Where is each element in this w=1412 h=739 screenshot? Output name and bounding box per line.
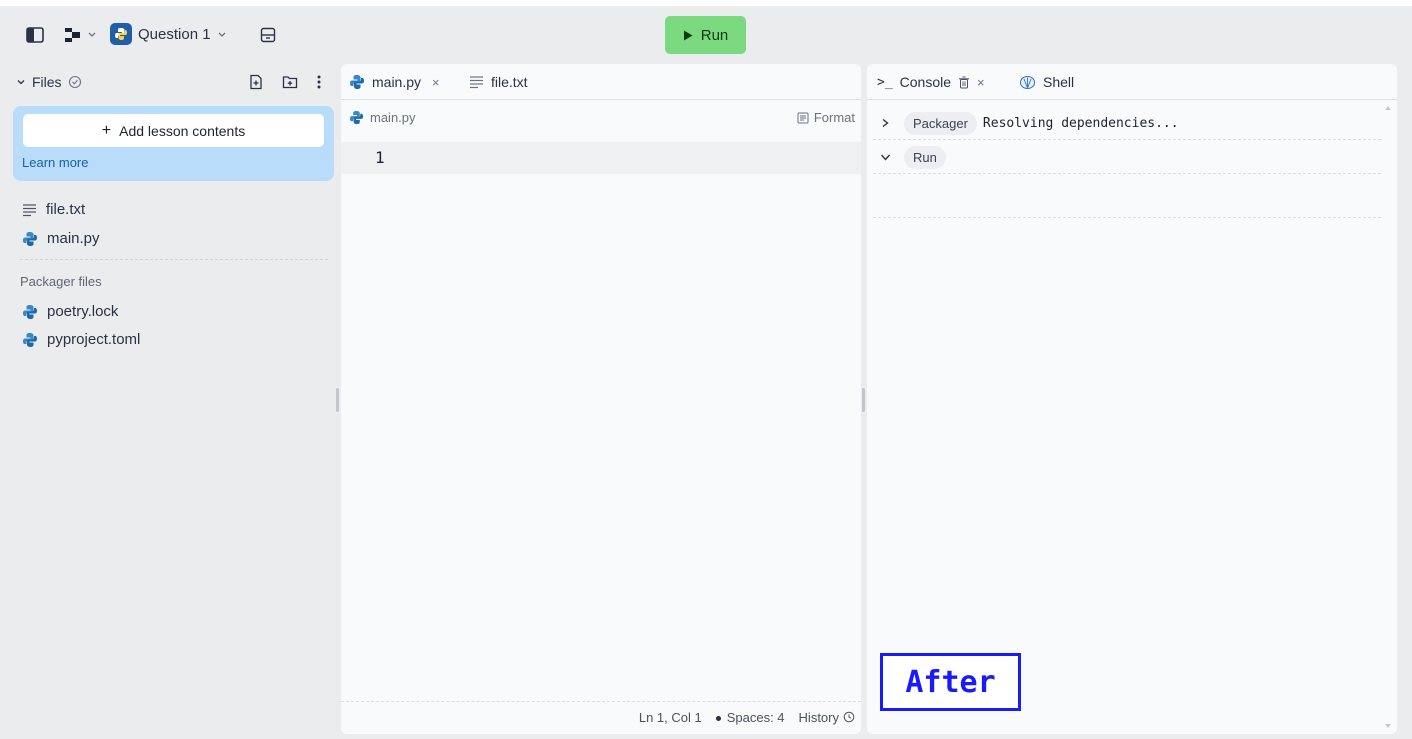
play-icon xyxy=(683,30,693,40)
synced-check-icon xyxy=(68,75,81,89)
text-file-icon xyxy=(470,76,483,89)
chevron-down-icon xyxy=(218,32,226,37)
tab-shell[interactable]: Shell xyxy=(1019,64,1074,100)
run-label: Run xyxy=(700,26,729,44)
file-item-poetry-lock[interactable]: poetry.lock xyxy=(22,303,118,320)
repl-name-dropdown[interactable]: Question 1 xyxy=(110,22,227,46)
replit-menu-icon[interactable] xyxy=(62,24,100,46)
dot-icon xyxy=(715,715,721,721)
add-lesson-button[interactable]: + Add lesson contents xyxy=(23,114,324,147)
format-label: Format xyxy=(813,110,855,125)
sidebar-toggle-icon[interactable] xyxy=(24,24,46,46)
python-icon xyxy=(349,110,364,125)
console-row-packager[interactable]: Packager Resolving dependencies... xyxy=(867,106,1387,140)
indent-setting[interactable]: Spaces: 4 xyxy=(715,709,785,725)
file-name: main.py xyxy=(47,230,100,247)
file-path[interactable]: main.py xyxy=(349,110,416,125)
files-resize-handle[interactable] xyxy=(336,388,339,412)
file-item-pyproject-toml[interactable]: pyproject.toml xyxy=(22,331,140,348)
layout-icon[interactable] xyxy=(257,24,279,46)
editor-resize-handle[interactable] xyxy=(862,388,865,412)
chevron-down-icon xyxy=(17,80,25,85)
terminal-icon: >_ xyxy=(877,74,893,90)
chevron-right-icon xyxy=(882,118,889,128)
plus-icon: + xyxy=(101,121,112,139)
format-icon xyxy=(797,112,809,123)
app-window: Question 1 Run Files + Add lesson conten… xyxy=(0,6,1412,739)
files-panel: Files + Add lesson contents Learn more f… xyxy=(6,62,334,734)
run-pill: Run xyxy=(904,145,946,169)
top-bar: Question 1 Run xyxy=(0,6,1412,62)
editor-panel: main.py × file.txt main.py Format 1 Ln 1… xyxy=(341,64,861,734)
python-icon xyxy=(23,231,37,246)
tab-file-txt[interactable]: file.txt xyxy=(469,64,528,100)
close-tab-icon[interactable]: × xyxy=(432,75,440,90)
history-button[interactable]: History xyxy=(799,710,855,725)
file-name: pyproject.toml xyxy=(47,331,141,348)
file-name: file.txt xyxy=(46,201,86,218)
new-file-icon[interactable] xyxy=(248,74,264,90)
python-icon xyxy=(350,75,364,89)
code-line[interactable]: 1 xyxy=(341,142,861,174)
editor-tabs: main.py × file.txt xyxy=(341,64,861,100)
tab-label: file.txt xyxy=(491,74,528,90)
close-tab-icon[interactable]: × xyxy=(977,75,985,90)
lesson-box: + Add lesson contents Learn more xyxy=(13,106,334,181)
history-icon xyxy=(843,711,855,723)
run-button[interactable]: Run xyxy=(665,16,746,54)
file-path-label: main.py xyxy=(370,110,416,125)
tab-label: Shell xyxy=(1043,74,1075,90)
cursor-position[interactable]: Ln 1, Col 1 xyxy=(639,710,702,725)
files-title: Files xyxy=(32,74,62,90)
scroll-down-icon[interactable] xyxy=(1385,724,1391,728)
add-lesson-label: Add lesson contents xyxy=(119,122,246,139)
packager-status: Resolving dependencies... xyxy=(982,115,1179,131)
console-divider xyxy=(873,217,1381,218)
history-label: History xyxy=(798,709,839,725)
format-button[interactable]: Format xyxy=(797,110,855,125)
python-icon xyxy=(110,23,132,45)
spaces-label: Spaces: 4 xyxy=(726,709,785,725)
repl-name: Question 1 xyxy=(138,25,211,43)
learn-more-link[interactable]: Learn more xyxy=(22,155,88,170)
tab-label: Console xyxy=(899,74,952,90)
tab-main-py[interactable]: main.py × xyxy=(349,64,440,100)
shell-icon xyxy=(1019,75,1036,89)
after-label-overlay: After xyxy=(880,653,1021,711)
console-divider xyxy=(873,173,1381,174)
status-bar: Ln 1, Col 1 Spaces: 4 History xyxy=(639,702,855,732)
python-icon xyxy=(23,332,37,347)
more-options-icon[interactable] xyxy=(316,74,322,90)
files-actions xyxy=(248,74,322,90)
path-bar: main.py Format xyxy=(341,100,861,134)
console-row-run[interactable]: Run xyxy=(867,140,1387,174)
files-divider xyxy=(20,259,328,260)
new-folder-icon[interactable] xyxy=(282,74,298,90)
console-tabs: >_ Console × Shell xyxy=(867,64,1397,100)
tab-console[interactable]: >_ Console × xyxy=(877,64,985,100)
packager-files-label: Packager files xyxy=(20,274,102,289)
tab-label: main.py xyxy=(372,74,422,90)
python-icon xyxy=(23,304,37,319)
file-item-file-txt[interactable]: file.txt xyxy=(22,201,85,218)
line-number: 1 xyxy=(375,148,385,167)
text-file-icon xyxy=(23,203,36,216)
console-panel: >_ Console × Shell Packager Resolving de… xyxy=(867,64,1397,734)
file-name: poetry.lock xyxy=(47,303,119,320)
chevron-down-icon xyxy=(880,154,891,161)
file-item-main-py[interactable]: main.py xyxy=(22,230,100,247)
files-header[interactable]: Files xyxy=(16,74,82,90)
trash-icon[interactable] xyxy=(958,76,970,89)
packager-pill: Packager xyxy=(904,111,977,135)
